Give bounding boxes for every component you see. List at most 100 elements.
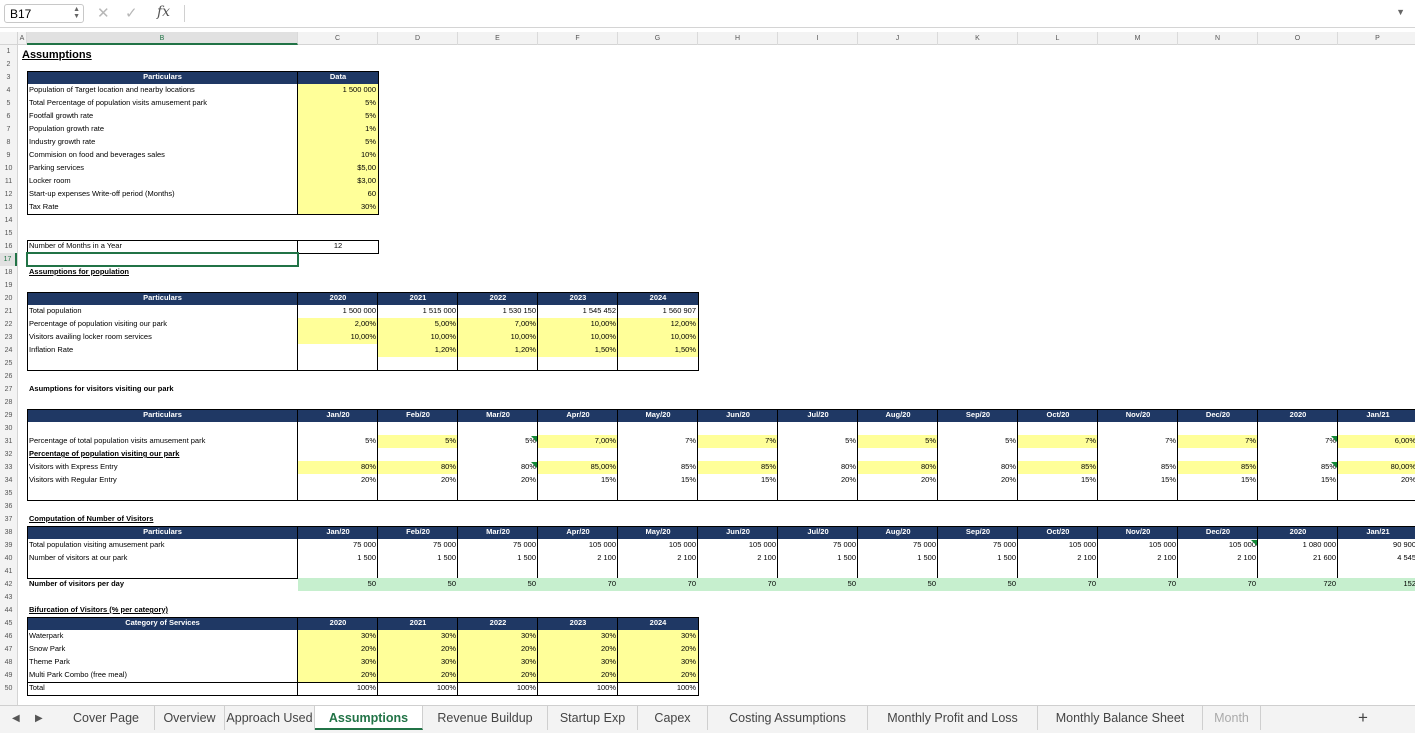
column-header-a[interactable]: A bbox=[18, 32, 27, 45]
row-header[interactable]: 11 bbox=[0, 175, 17, 188]
tab-cover-page[interactable]: Cover Page bbox=[58, 706, 155, 730]
tab-monthly-profit-and-loss[interactable]: Monthly Profit and Loss bbox=[868, 706, 1038, 730]
row-header[interactable]: 35 bbox=[0, 487, 17, 500]
column-header-k[interactable]: K bbox=[938, 32, 1018, 45]
highlight-cell[interactable]: 50 bbox=[458, 578, 538, 591]
row-header[interactable]: 15 bbox=[0, 227, 17, 240]
row-header[interactable]: 1 bbox=[0, 45, 17, 58]
column-header-i[interactable]: I bbox=[778, 32, 858, 45]
column-header-n[interactable]: N bbox=[1178, 32, 1258, 45]
tab-month[interactable]: Month bbox=[1203, 706, 1261, 730]
row-header[interactable]: 14 bbox=[0, 214, 17, 227]
column-header-j[interactable]: J bbox=[858, 32, 938, 45]
row-header[interactable]: 9 bbox=[0, 149, 17, 162]
row-header[interactable]: 37 bbox=[0, 513, 17, 526]
row-header[interactable]: 38 bbox=[0, 526, 17, 539]
row-header[interactable]: 43 bbox=[0, 591, 17, 604]
column-header-m[interactable]: M bbox=[1098, 32, 1178, 45]
section-title[interactable]: Bifurcation of Visitors (% per category) bbox=[27, 604, 298, 617]
row-header[interactable]: 32 bbox=[0, 448, 17, 461]
highlight-cell[interactable]: 70 bbox=[1178, 578, 1258, 591]
row-header[interactable]: 3 bbox=[0, 71, 17, 84]
row-header[interactable]: 33 bbox=[0, 461, 17, 474]
row-header[interactable]: 13 bbox=[0, 201, 17, 214]
column-header-g[interactable]: G bbox=[618, 32, 698, 45]
row-header[interactable]: 36 bbox=[0, 500, 17, 513]
highlight-cell[interactable]: 50 bbox=[378, 578, 458, 591]
row-header[interactable]: 10 bbox=[0, 162, 17, 175]
row-header[interactable]: 26 bbox=[0, 370, 17, 383]
tab-approach-used[interactable]: Approach Used bbox=[225, 706, 315, 730]
row-header[interactable]: 12 bbox=[0, 188, 17, 201]
row-header[interactable]: 25 bbox=[0, 357, 17, 370]
row-header[interactable]: 44 bbox=[0, 604, 17, 617]
highlight-cell[interactable]: 50 bbox=[858, 578, 938, 591]
row-header[interactable]: 34 bbox=[0, 474, 17, 487]
error-indicator-icon[interactable] bbox=[1331, 462, 1337, 468]
row-header[interactable]: 46 bbox=[0, 630, 17, 643]
column-header-p[interactable]: P bbox=[1338, 32, 1415, 45]
row-header[interactable]: 39 bbox=[0, 539, 17, 552]
name-box[interactable]: B17 ▲ ▼ bbox=[4, 4, 84, 23]
column-header-h[interactable]: H bbox=[698, 32, 778, 45]
row-header[interactable]: 47 bbox=[0, 643, 17, 656]
tab-monthly-balance-sheet[interactable]: Monthly Balance Sheet bbox=[1038, 706, 1203, 730]
row-header[interactable]: 2 bbox=[0, 58, 17, 71]
confirm-icon[interactable]: ✓ bbox=[125, 4, 138, 22]
column-header-l[interactable]: L bbox=[1018, 32, 1098, 45]
error-indicator-icon[interactable] bbox=[1331, 436, 1337, 442]
row-header[interactable]: 19 bbox=[0, 279, 17, 292]
highlight-cell[interactable]: 50 bbox=[298, 578, 378, 591]
name-box-stepper-icon[interactable]: ▲ ▼ bbox=[73, 6, 80, 20]
column-header-b[interactable]: B bbox=[27, 32, 298, 45]
row-header[interactable]: 41 bbox=[0, 565, 17, 578]
row-header[interactable]: 30 bbox=[0, 422, 17, 435]
row-header[interactable]: 42 bbox=[0, 578, 17, 591]
highlight-cell[interactable]: 152 bbox=[1338, 578, 1415, 591]
row-header[interactable]: 6 bbox=[0, 110, 17, 123]
highlight-cell[interactable]: 70 bbox=[538, 578, 618, 591]
section-title[interactable]: Asumptions for visitors visiting our par… bbox=[27, 383, 298, 396]
column-header-c[interactable]: C bbox=[298, 32, 378, 45]
cancel-icon[interactable]: ✕ bbox=[97, 4, 110, 22]
highlight-cell[interactable]: 70 bbox=[1098, 578, 1178, 591]
row-header[interactable]: 48 bbox=[0, 656, 17, 669]
error-indicator-icon[interactable] bbox=[531, 462, 537, 468]
column-header-f[interactable]: F bbox=[538, 32, 618, 45]
row-header[interactable]: 23 bbox=[0, 331, 17, 344]
add-sheet-icon[interactable]: + bbox=[1358, 708, 1368, 728]
row-header[interactable]: 4 bbox=[0, 84, 17, 97]
tab-startup-exp[interactable]: Startup Exp bbox=[548, 706, 638, 730]
row-header[interactable]: 22 bbox=[0, 318, 17, 331]
tab-overview[interactable]: Overview bbox=[155, 706, 225, 730]
row-header[interactable]: 8 bbox=[0, 136, 17, 149]
select-all-corner[interactable] bbox=[0, 32, 18, 45]
highlight-cell[interactable]: 50 bbox=[938, 578, 1018, 591]
section-title[interactable]: Computation of Number of Visitors bbox=[27, 513, 298, 526]
expand-formula-bar-icon[interactable]: ▼ bbox=[1396, 7, 1405, 17]
tab-revenue-buildup[interactable]: Revenue Buildup bbox=[423, 706, 548, 730]
row-header[interactable]: 31 bbox=[0, 435, 17, 448]
section-title[interactable]: Assumptions for population bbox=[27, 266, 298, 279]
row-header[interactable]: 5 bbox=[0, 97, 17, 110]
row-label[interactable]: Number of visitors per day bbox=[27, 578, 298, 591]
row-header[interactable]: 16 bbox=[0, 240, 17, 253]
highlight-cell[interactable]: 720 bbox=[1258, 578, 1338, 591]
column-header-o[interactable]: O bbox=[1258, 32, 1338, 45]
row-header[interactable]: 40 bbox=[0, 552, 17, 565]
column-header-d[interactable]: D bbox=[378, 32, 458, 45]
row-header[interactable]: 24 bbox=[0, 344, 17, 357]
tab-capex[interactable]: Capex bbox=[638, 706, 708, 730]
row-header[interactable]: 45 bbox=[0, 617, 17, 630]
column-header-e[interactable]: E bbox=[458, 32, 538, 45]
row-header[interactable]: 21 bbox=[0, 305, 17, 318]
tab-scroll-right-icon[interactable]: ▶ bbox=[35, 713, 43, 724]
selected-cell-b17[interactable] bbox=[26, 252, 299, 267]
highlight-cell[interactable]: 70 bbox=[698, 578, 778, 591]
tab-scroll-left-icon[interactable]: ◀ bbox=[12, 713, 20, 724]
row-header[interactable]: 18 bbox=[0, 266, 17, 279]
row-header[interactable]: 49 bbox=[0, 669, 17, 682]
row-header[interactable]: 17 bbox=[0, 253, 17, 266]
highlight-cell[interactable]: 70 bbox=[618, 578, 698, 591]
error-indicator-icon[interactable] bbox=[531, 436, 537, 442]
